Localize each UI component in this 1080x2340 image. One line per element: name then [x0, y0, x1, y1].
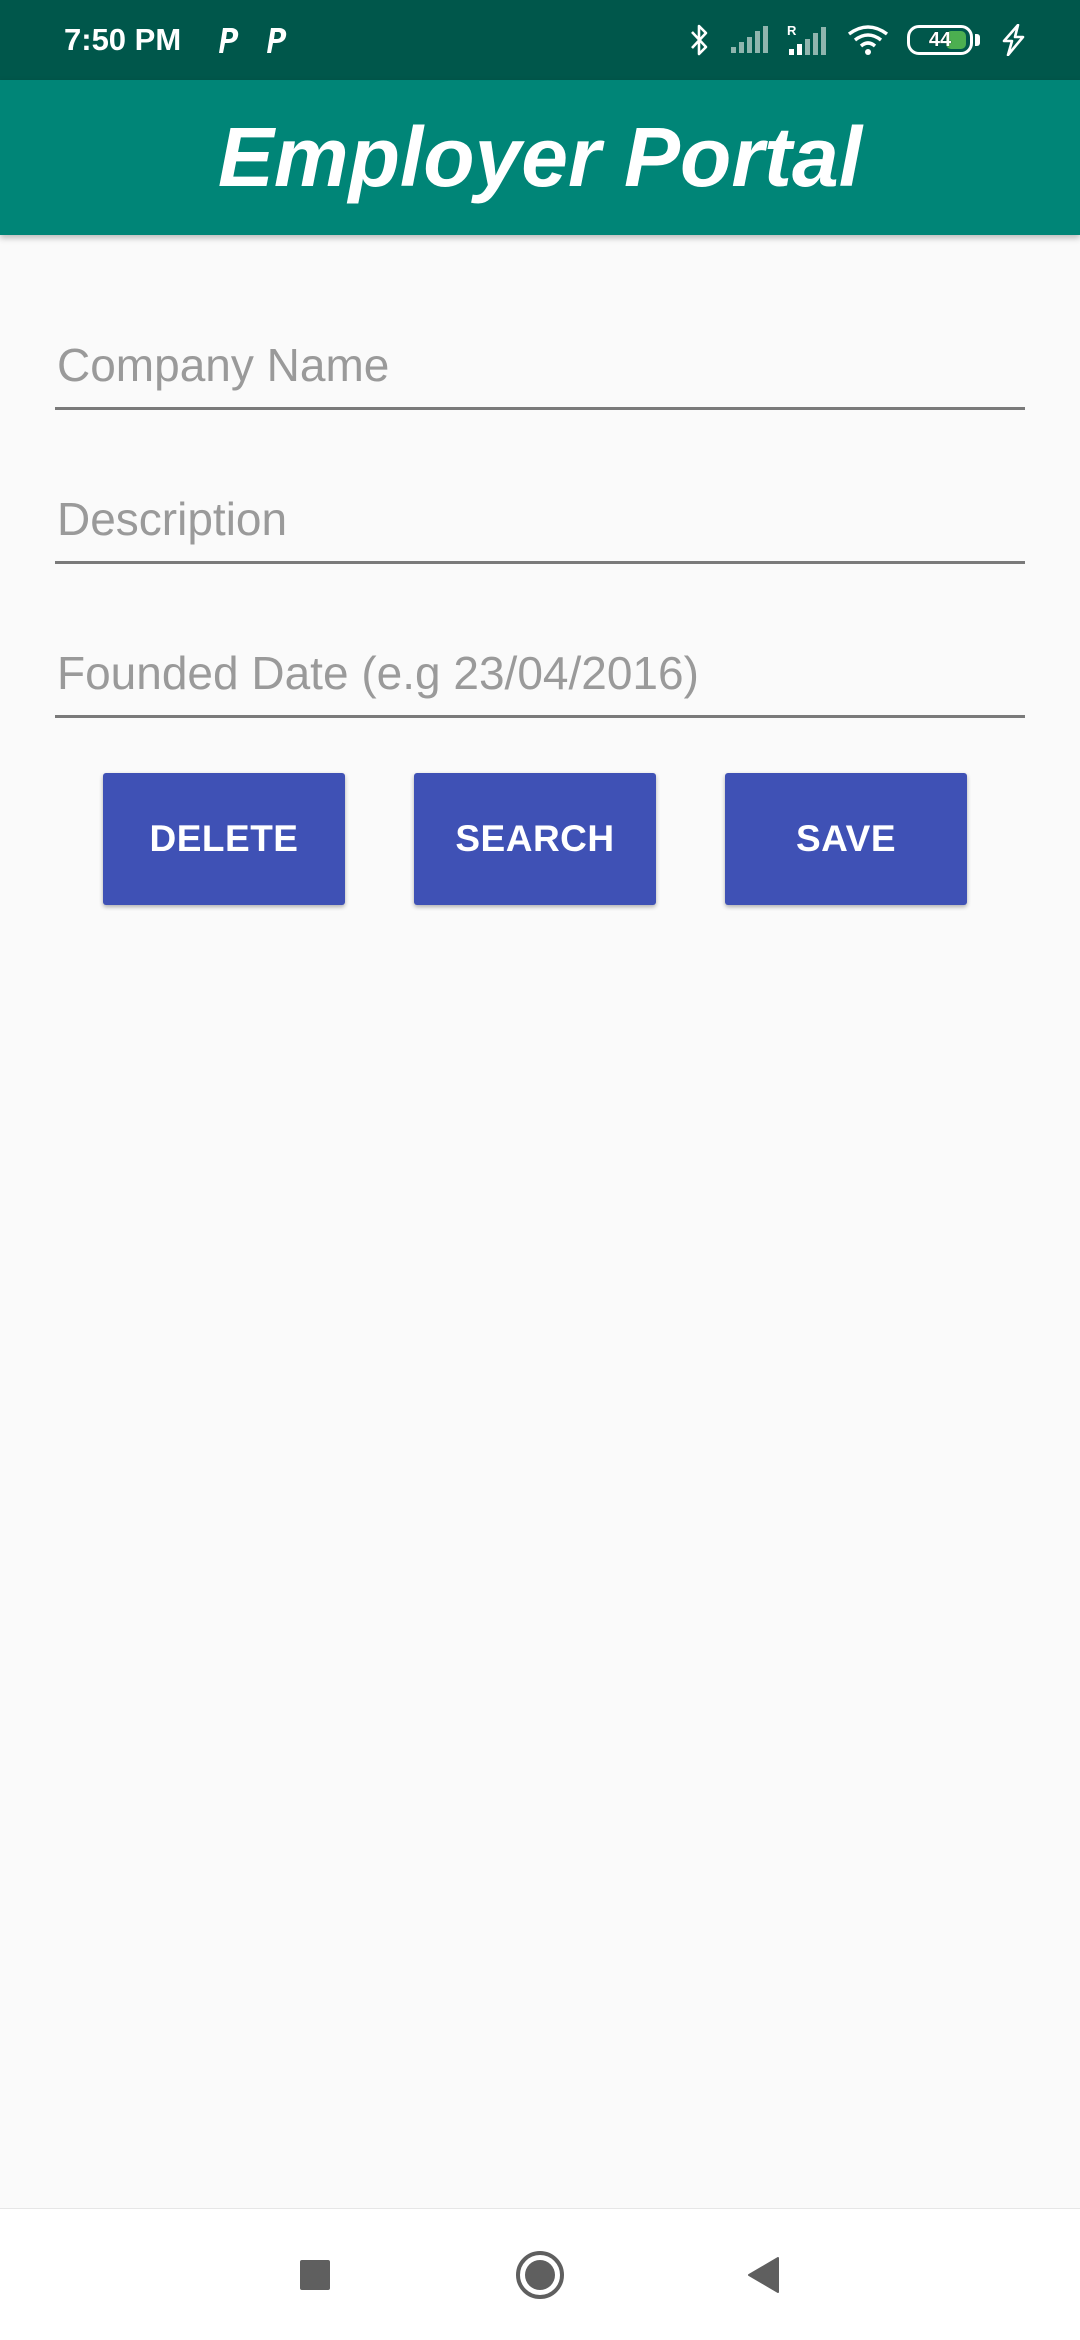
notification-icons	[213, 25, 289, 55]
description-input[interactable]	[55, 484, 1025, 561]
battery-indicator: 44	[907, 25, 980, 55]
wifi-icon	[847, 25, 889, 55]
company-name-field[interactable]	[55, 330, 1025, 410]
back-triangle-icon	[748, 2256, 779, 2293]
svg-text:R: R	[787, 23, 797, 38]
page-title: Employer Portal	[217, 110, 863, 204]
signal-icon	[731, 26, 768, 53]
recents-button[interactable]	[298, 2258, 332, 2292]
parking-p-icon	[267, 28, 287, 53]
app-bar: Employer Portal	[0, 80, 1080, 235]
recents-square-icon	[300, 2259, 330, 2290]
battery-nub	[975, 34, 980, 46]
search-button[interactable]: SEARCH	[414, 773, 656, 905]
founded-date-field[interactable]	[55, 638, 1025, 718]
system-nav-bar	[0, 2208, 1080, 2340]
founded-date-input[interactable]	[55, 638, 1025, 715]
battery-icon: 44	[907, 25, 973, 55]
battery-level: 44	[928, 28, 952, 51]
delete-button[interactable]: DELETE	[103, 773, 345, 905]
status-left: 7:50 PM	[64, 22, 289, 58]
status-right: R 44	[689, 23, 1028, 57]
parking-p-icon	[219, 28, 239, 53]
roaming-signal-icon: R	[787, 23, 826, 55]
description-field[interactable]	[55, 484, 1025, 564]
home-button[interactable]	[514, 2249, 566, 2301]
status-time: 7:50 PM	[64, 22, 182, 57]
save-button[interactable]: SAVE	[725, 773, 967, 905]
status-bar: 7:50 PM R 44	[0, 0, 1080, 80]
bluetooth-icon	[691, 24, 708, 56]
charging-icon	[1002, 24, 1025, 56]
back-button[interactable]	[745, 2255, 781, 2295]
company-name-input[interactable]	[55, 330, 1025, 407]
home-circle-icon	[516, 2250, 564, 2299]
